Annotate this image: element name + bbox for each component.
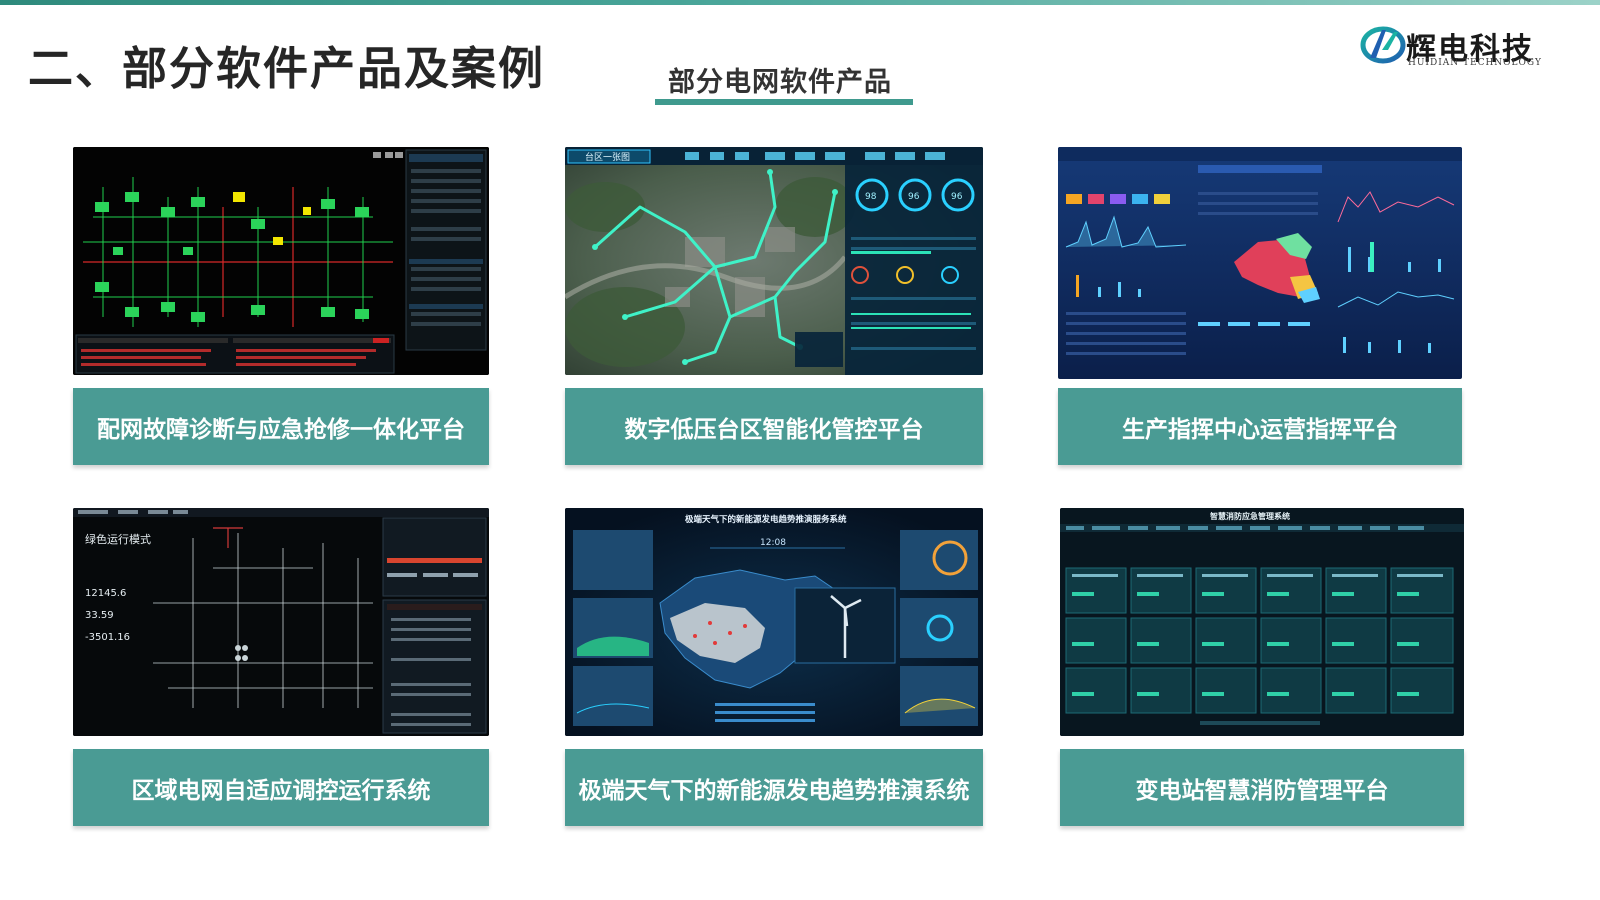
- company-logo: 辉电科技 HUIDIAN TECHNOLOGY: [1360, 22, 1542, 70]
- product-card-regional-grid: 绿色运行模式 12145.6 33.59 -3501.16 区域电网自适应调控运…: [73, 508, 489, 826]
- map-tab-label: 台区一张图: [585, 151, 630, 163]
- product-caption: 区域电网自适应调控运行系统: [73, 749, 489, 826]
- hd-logo-icon: [1360, 26, 1406, 64]
- metric-value-3: -3501.16: [85, 632, 130, 643]
- gauge-value-3: 96: [951, 192, 963, 202]
- gauge-value-2: 96: [908, 192, 920, 202]
- product-caption: 数字低压台区智能化管控平台: [565, 388, 983, 465]
- top-accent-bar: [0, 0, 1600, 5]
- product-card-fault-diagnosis: 配网故障诊断与应急抢修一体化平台: [73, 147, 489, 465]
- product-card-fire-protection: 智慧消防应急管理系统 变电站智慧消防管理平台: [1060, 508, 1464, 826]
- weather-clock: 12:08: [760, 538, 786, 548]
- satellite-map-dashboard-screenshot: 台区一张图 98 96 96: [565, 147, 983, 375]
- fire-protection-management-screenshot: 智慧消防应急管理系统: [1060, 508, 1464, 736]
- product-card-extreme-weather: 极端天气下的新能源发电趋势推演服务系统 12:08 极端天气下的新能源发电趋势推…: [565, 508, 983, 826]
- grid-topology-screenshot: [73, 147, 489, 375]
- operation-mode-label: 绿色运行模式: [85, 532, 151, 546]
- section-underline: [655, 99, 913, 105]
- logo-name-en: HUIDIAN TECHNOLOGY: [1408, 58, 1542, 68]
- metric-value-2: 33.59: [85, 610, 114, 621]
- section-title: 部分电网软件产品: [668, 67, 892, 98]
- operations-dashboard-screenshot: [1058, 147, 1462, 379]
- page-title: 二、部分软件产品及案例: [28, 42, 546, 95]
- weather-system-title: 极端天气下的新能源发电趋势推演服务系统: [685, 514, 847, 525]
- gauge-value-1: 98: [865, 192, 877, 202]
- product-caption: 配网故障诊断与应急抢修一体化平台: [73, 388, 489, 465]
- regional-grid-control-screenshot: 绿色运行模式 12145.6 33.59 -3501.16: [73, 508, 489, 736]
- product-caption: 极端天气下的新能源发电趋势推演系统: [565, 749, 983, 826]
- product-caption: 变电站智慧消防管理平台: [1060, 749, 1464, 826]
- product-caption: 生产指挥中心运营指挥平台: [1058, 388, 1462, 465]
- metric-value-1: 12145.6: [85, 588, 126, 599]
- product-card-low-voltage-platform: 台区一张图 98 96 96 数字低压台区智能化管控平台: [565, 147, 983, 465]
- product-card-command-center: 生产指挥中心运营指挥平台: [1058, 147, 1462, 465]
- fire-system-title: 智慧消防应急管理系统: [1210, 511, 1290, 521]
- extreme-weather-forecast-screenshot: 极端天气下的新能源发电趋势推演服务系统 12:08: [565, 508, 983, 736]
